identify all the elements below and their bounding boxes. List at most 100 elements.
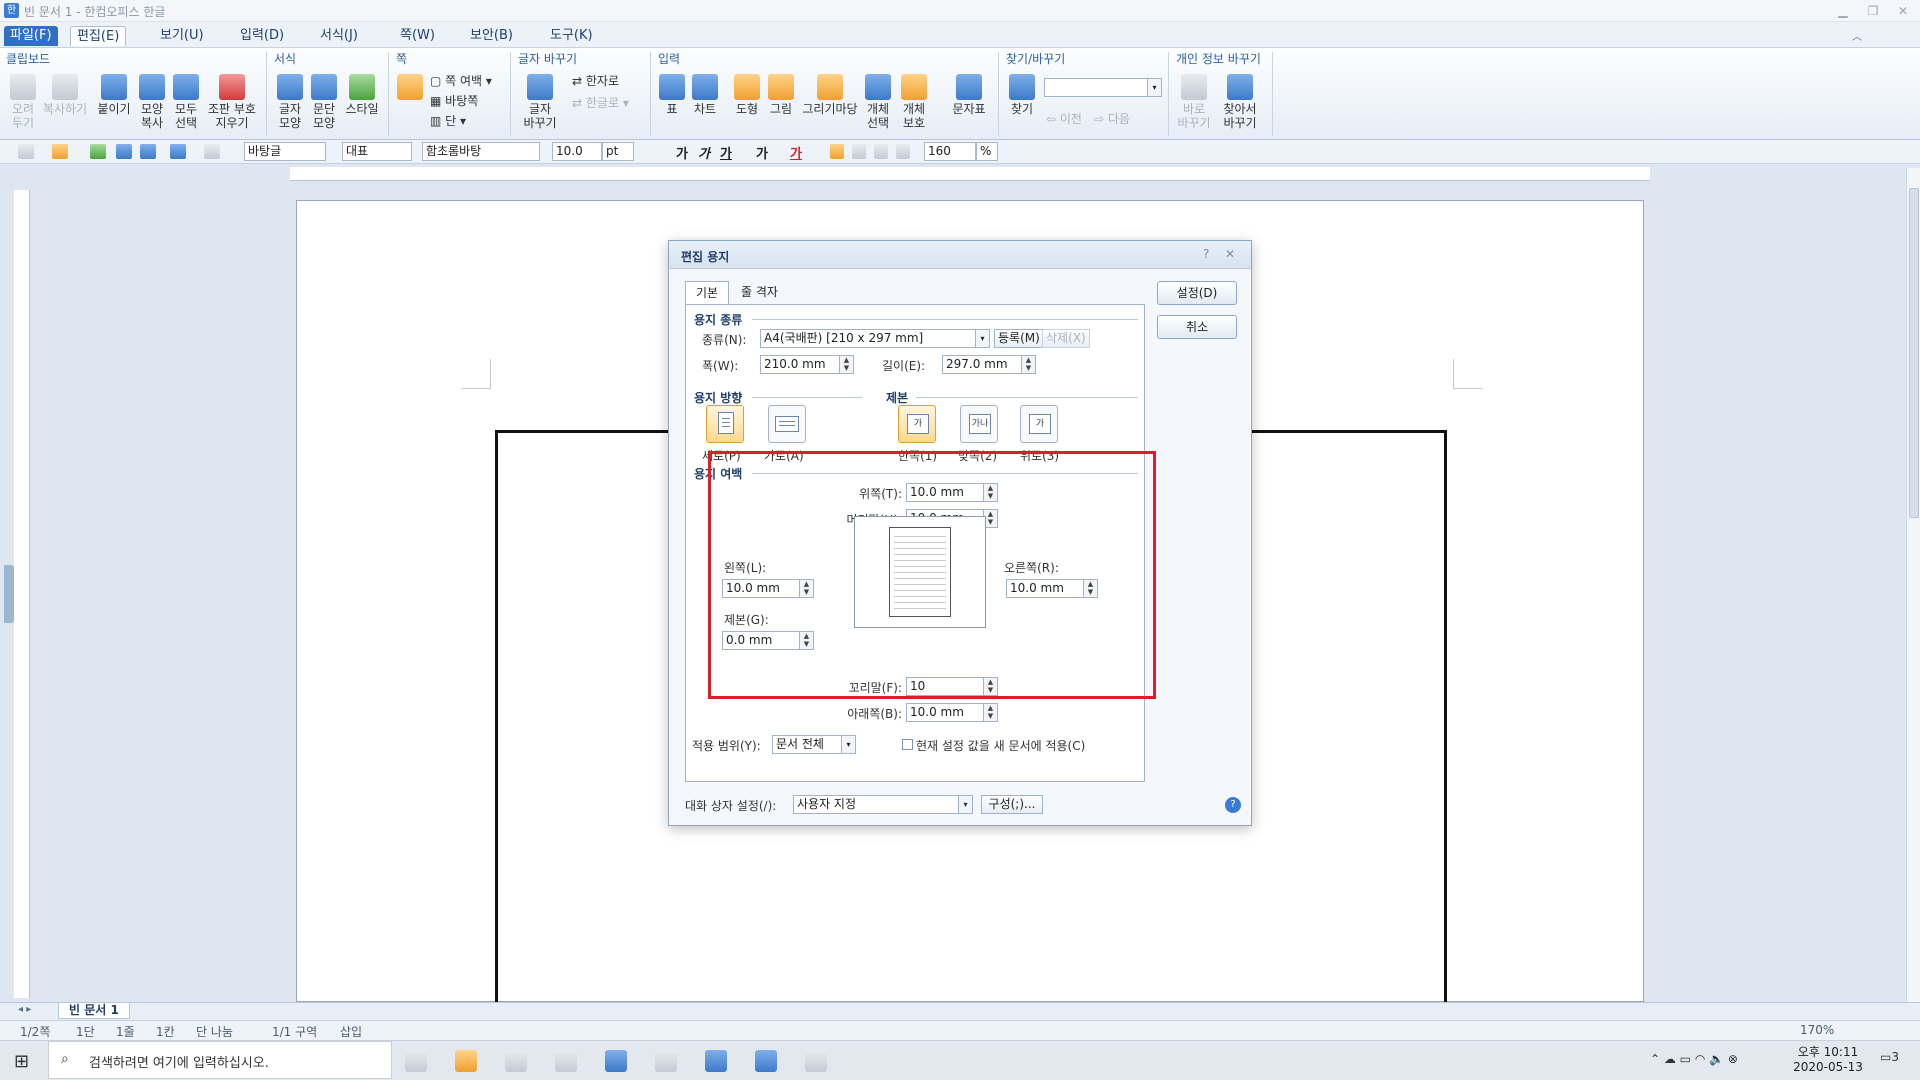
columns-button[interactable]: ▥ 단 ▾ xyxy=(430,112,466,129)
side-panel-handle[interactable] xyxy=(4,565,14,623)
clear-format-button[interactable]: 조판 부호 지우기 xyxy=(204,74,260,130)
shape-copy-button[interactable]: 모양 복사 xyxy=(136,74,168,130)
apply-new-doc-checkbox[interactable] xyxy=(902,739,913,750)
align-justify-icon[interactable] xyxy=(830,144,844,159)
paper-height-spinner[interactable]: ▲ ▼ xyxy=(1022,355,1036,374)
menu-format[interactable]: 서식(J) xyxy=(314,26,364,46)
feedback-icon[interactable] xyxy=(655,1050,677,1072)
print-icon[interactable] xyxy=(116,144,132,159)
tab-line-grid[interactable]: 줄 격자 xyxy=(731,281,788,305)
find-dropdown-icon[interactable]: ▾ xyxy=(1148,78,1162,97)
store-icon[interactable] xyxy=(505,1050,527,1072)
underline-button[interactable]: 가 xyxy=(720,143,732,162)
font-color-button[interactable]: 가 xyxy=(790,143,802,162)
taskbar-search[interactable]: ⌕ 검색하려면 여기에 입력하십시오. xyxy=(48,1041,392,1079)
save-icon[interactable] xyxy=(90,144,106,159)
menu-page[interactable]: 쪽(W) xyxy=(394,26,441,46)
find-prev-button[interactable]: ⇦ 이전 xyxy=(1046,110,1082,127)
status-insert[interactable]: 삽입 xyxy=(340,1023,362,1040)
binding-one-side-option[interactable]: 가 xyxy=(898,405,936,443)
strike-button[interactable]: 가 xyxy=(756,143,768,162)
menu-file[interactable]: 파일(F) xyxy=(4,26,58,46)
hwp-taskbar-icon[interactable] xyxy=(755,1050,777,1072)
menu-security[interactable]: 보안(B) xyxy=(464,26,519,46)
app-icon[interactable] xyxy=(605,1050,627,1072)
font-size-unit[interactable]: pt xyxy=(602,142,634,161)
draw-madang-button[interactable]: 그리기마당 xyxy=(800,74,860,116)
char-shape-button[interactable]: 글자 모양 xyxy=(274,74,306,130)
apply-scope-select[interactable]: 문서 전체 xyxy=(772,735,842,754)
horizontal-ruler[interactable] xyxy=(290,167,1650,181)
scrollbar-thumb[interactable] xyxy=(1909,188,1919,518)
hangul-button[interactable]: ⇄ 한글로 ▾ xyxy=(572,94,629,111)
tab-basic[interactable]: 기본 xyxy=(685,281,730,305)
configure-button[interactable]: 구성(;)... xyxy=(981,795,1043,814)
mail-icon[interactable] xyxy=(555,1050,577,1072)
zoom-input[interactable]: 160 xyxy=(924,142,976,161)
tray-clock[interactable]: 오후 10:11 2020-05-13 xyxy=(1790,1043,1866,1074)
font-select[interactable]: 함초롬바탕 xyxy=(422,142,540,161)
register-button[interactable]: 등록(M) xyxy=(994,329,1044,348)
paper-kind-dropdown-icon[interactable]: ▾ xyxy=(976,329,990,348)
char-change-button[interactable]: 글자 바꾸기 xyxy=(518,74,562,130)
windows-start-icon[interactable]: ⊞ xyxy=(14,1051,29,1072)
delete-button[interactable]: 삭제(X) xyxy=(1042,329,1090,348)
dialog-close-icon[interactable]: ✕ xyxy=(1225,247,1235,261)
file-explorer-icon[interactable] xyxy=(455,1050,477,1072)
portrait-option[interactable] xyxy=(706,405,744,443)
quick-change-button[interactable]: 바로 바꾸기 xyxy=(1176,74,1212,130)
menu-view[interactable]: 보기(U) xyxy=(154,26,210,46)
cut-button[interactable]: 오려 두기 xyxy=(6,74,40,130)
page-background-button[interactable]: ▦ 바탕쪽 xyxy=(430,92,478,109)
margin-bottom-input[interactable]: 10.0 mm xyxy=(906,703,984,722)
menu-edit[interactable]: 편집(E) xyxy=(70,26,127,46)
dialog-ok-button[interactable]: 설정(D) xyxy=(1157,281,1237,305)
vertical-ruler[interactable] xyxy=(14,190,30,998)
char-map-button[interactable]: 문자표 xyxy=(948,74,990,116)
italic-button[interactable]: 가 xyxy=(698,143,710,162)
object-protect-button[interactable]: 개체 보호 xyxy=(896,74,932,130)
find-input[interactable] xyxy=(1044,78,1148,97)
notification-icon[interactable]: ▭3 xyxy=(1880,1050,1899,1064)
document-tab[interactable]: 빈 문서 1 xyxy=(58,1003,130,1019)
bold-button[interactable]: 가 xyxy=(676,143,688,162)
para-shape-button[interactable]: 문단 모양 xyxy=(308,74,340,130)
open-folder-icon[interactable] xyxy=(52,144,68,159)
page-margin-button[interactable]: ▢ 쪽 여백 ▾ xyxy=(430,72,492,89)
status-zoom[interactable]: 170% xyxy=(1800,1023,1834,1037)
minimize-icon[interactable]: ▁ xyxy=(1832,2,1854,20)
preview-icon[interactable] xyxy=(140,144,156,159)
tool-icon[interactable] xyxy=(805,1050,827,1072)
copy-button[interactable]: 복사하기 xyxy=(40,74,90,116)
margin-bottom-spinner[interactable]: ▲ ▼ xyxy=(984,703,998,722)
paper-height-input[interactable]: 297.0 mm xyxy=(942,355,1022,374)
page-button[interactable] xyxy=(396,74,424,102)
edge-icon[interactable] xyxy=(705,1050,727,1072)
font-size-input[interactable]: 10.0 xyxy=(552,142,602,161)
shape-button[interactable]: 도형 xyxy=(732,74,762,116)
select-all-button[interactable]: 모두 선택 xyxy=(170,74,202,130)
picture-button[interactable]: 그림 xyxy=(766,74,796,116)
object-select-button[interactable]: 개체 선택 xyxy=(862,74,894,130)
zoom-unit[interactable]: % xyxy=(976,142,998,161)
maximize-icon[interactable]: ❐ xyxy=(1862,2,1884,20)
binding-top-option[interactable]: 가 xyxy=(1020,405,1058,443)
menu-tools[interactable]: 도구(K) xyxy=(544,26,599,46)
task-view-icon[interactable] xyxy=(405,1050,427,1072)
table-button[interactable]: 표 xyxy=(658,74,686,116)
menu-input[interactable]: 입력(D) xyxy=(234,26,290,46)
new-doc-icon[interactable] xyxy=(18,144,34,159)
style-button[interactable]: 스타일 xyxy=(342,74,382,116)
paste-button[interactable]: 붙이기 xyxy=(94,74,134,116)
dialog-setting-dropdown-icon[interactable]: ▾ xyxy=(959,795,973,814)
ribbon-collapse-icon[interactable]: ︿ xyxy=(1852,28,1862,43)
align-right-icon[interactable] xyxy=(896,144,910,159)
style-select[interactable]: 대표 xyxy=(342,142,412,161)
dialog-setting-select[interactable]: 사용자 지정 xyxy=(793,795,959,814)
align-left-icon[interactable] xyxy=(852,144,866,159)
chart-button[interactable]: 차트 xyxy=(690,74,720,116)
find-next-button[interactable]: ⇨ 다음 xyxy=(1094,110,1130,127)
tray-icons[interactable]: ⌃ ☁ ▭ ◠ 🔈 ⊗ xyxy=(1650,1052,1738,1066)
close-icon[interactable]: ✕ xyxy=(1892,2,1914,20)
redo-icon[interactable] xyxy=(204,144,220,159)
